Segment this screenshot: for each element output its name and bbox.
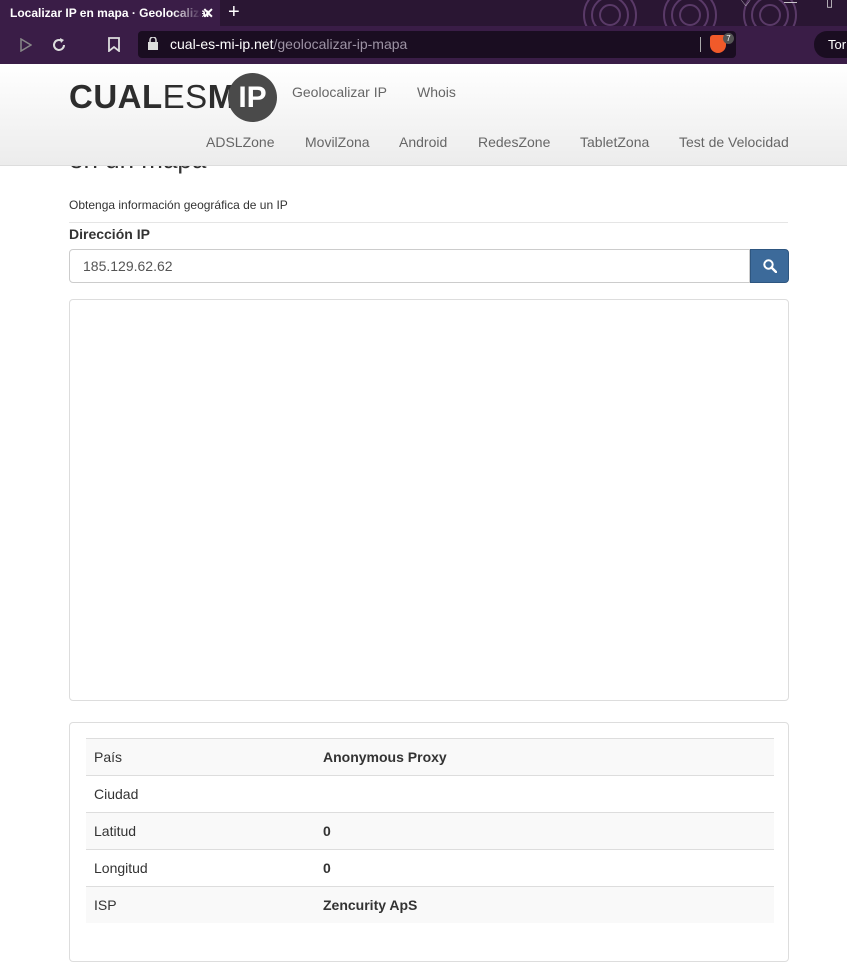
ip-label: Dirección IP bbox=[69, 226, 150, 242]
lock-icon bbox=[148, 37, 158, 50]
menu-icon[interactable]: — bbox=[784, 0, 797, 9]
row-value bbox=[315, 775, 774, 813]
browser-tab-active[interactable]: Localizar IP en mapa · Geolocalizar ✕ bbox=[0, 0, 220, 26]
logo-ip-circle-front: IP bbox=[228, 73, 277, 122]
row-label: Latitud bbox=[86, 812, 315, 850]
header-content-layer: CUALESMI IP Geolocalizar IP Whois ADSLZo… bbox=[0, 64, 847, 165]
table-row: Longitud 0 bbox=[86, 849, 774, 887]
row-label: País bbox=[86, 738, 315, 776]
table-row: Ciudad bbox=[86, 775, 774, 813]
map-panel[interactable] bbox=[69, 299, 789, 701]
shield-count-badge: 7 bbox=[723, 33, 734, 44]
table-row: Latitud 0 bbox=[86, 812, 774, 850]
window-icon[interactable]: ▯ bbox=[826, 0, 833, 10]
minimize-icon[interactable]: ♡ bbox=[740, 0, 752, 10]
nav-android-front[interactable]: Android bbox=[399, 134, 447, 150]
forward-icon[interactable] bbox=[20, 26, 33, 64]
url-text: cual-es-mi-ip.net/geolocalizar-ip-mapa bbox=[170, 31, 407, 58]
tor-button[interactable]: Tor bbox=[814, 31, 847, 58]
ip-input[interactable] bbox=[69, 249, 750, 283]
nav-geolocalizar-ip-front[interactable]: Geolocalizar IP bbox=[292, 84, 387, 100]
divider bbox=[69, 222, 788, 223]
search-button[interactable] bbox=[750, 249, 789, 283]
logo-cual-front: CUAL bbox=[69, 78, 163, 115]
reload-icon[interactable] bbox=[51, 26, 67, 64]
tab-fade bbox=[172, 0, 202, 26]
plus-icon[interactable]: + bbox=[228, 0, 240, 25]
address-separator bbox=[700, 37, 701, 52]
nav-adslzone-front[interactable]: ADSLZone bbox=[206, 134, 274, 150]
page-subtitle: Obtenga información geográfica de un IP bbox=[69, 198, 288, 212]
nav-test-de-velocidad-front[interactable]: Test de Velocidad bbox=[679, 134, 789, 150]
row-value: 0 bbox=[315, 812, 774, 850]
nav-redeszone-front[interactable]: RedesZone bbox=[478, 134, 550, 150]
browser-toolbar: ▏ cual-es-mi-ip.net/geolocalizar-ip-mapa… bbox=[0, 26, 847, 64]
row-label: Ciudad bbox=[86, 775, 315, 813]
row-label: Longitud bbox=[86, 849, 315, 887]
nav-whois-front[interactable]: Whois bbox=[417, 84, 456, 100]
address-bar[interactable]: cual-es-mi-ip.net/geolocalizar-ip-mapa 7 bbox=[138, 31, 736, 58]
url-path: /geolocalizar-ip-mapa bbox=[273, 36, 408, 52]
nav-tabletzona-front[interactable]: TabletZona bbox=[580, 134, 649, 150]
row-label: ISP bbox=[86, 886, 315, 923]
search-icon bbox=[763, 259, 777, 273]
bookmark-icon[interactable] bbox=[108, 26, 120, 64]
row-value: Anonymous Proxy bbox=[315, 738, 774, 776]
logo-es-front: ES bbox=[162, 78, 208, 115]
decorative-pattern bbox=[583, 0, 797, 26]
info-panel: País Anonymous Proxy Ciudad Latitud 0 Lo… bbox=[69, 722, 789, 962]
logo-text-front: CUALESMI bbox=[69, 78, 245, 116]
info-table: País Anonymous Proxy Ciudad Latitud 0 Lo… bbox=[86, 738, 774, 923]
table-row: ISP Zencurity ApS bbox=[86, 886, 774, 923]
nav-movilzona-front[interactable]: MovilZona bbox=[305, 134, 370, 150]
browser-tabstrip: Localizar IP en mapa · Geolocalizar ✕ + … bbox=[0, 0, 847, 26]
row-value: Zencurity ApS bbox=[315, 886, 774, 923]
url-domain: cual-es-mi-ip.net bbox=[170, 36, 274, 52]
close-icon[interactable]: ✕ bbox=[202, 0, 214, 26]
table-row: País Anonymous Proxy bbox=[86, 738, 774, 776]
row-value: 0 bbox=[315, 849, 774, 887]
back-icon[interactable]: ▏ bbox=[0, 26, 8, 64]
